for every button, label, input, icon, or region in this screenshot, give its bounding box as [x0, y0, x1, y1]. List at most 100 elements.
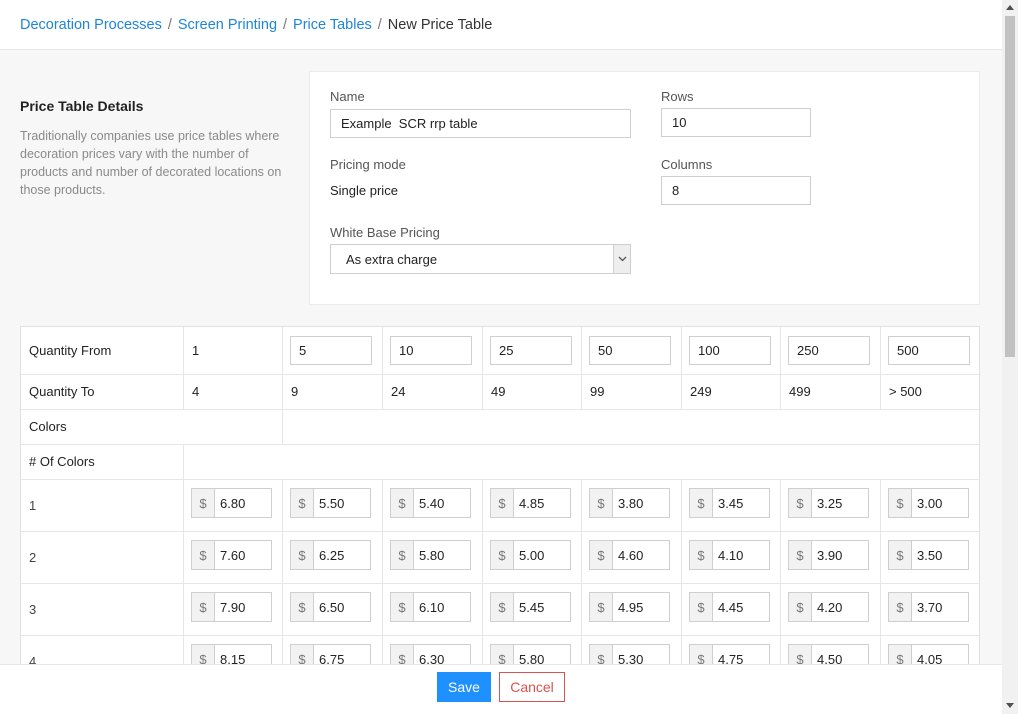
price-input[interactable] — [314, 593, 370, 621]
details-form-card: Name Rows Pricing mode Single price Colu… — [309, 71, 980, 305]
currency-addon: $ — [491, 593, 514, 621]
price-input[interactable] — [414, 593, 470, 621]
price-field: $ — [689, 592, 770, 622]
color-count-label: 1 — [29, 498, 37, 513]
quantity-to-value: 24 — [391, 384, 406, 399]
price-field: $ — [788, 592, 869, 622]
breadcrumb-price-tables[interactable]: Price Tables — [293, 17, 372, 33]
price-input[interactable] — [215, 541, 271, 569]
currency-addon: $ — [291, 541, 314, 569]
price-field: $ — [888, 540, 969, 570]
price-field: $ — [689, 540, 770, 570]
price-input[interactable] — [514, 489, 570, 517]
chevron-down-icon[interactable] — [613, 245, 630, 273]
currency-addon: $ — [690, 593, 713, 621]
quantity-from-input[interactable] — [788, 336, 870, 365]
breadcrumb-separator: / — [377, 17, 382, 33]
price-input[interactable] — [414, 489, 470, 517]
quantity-from-input[interactable] — [390, 336, 472, 365]
price-field: $ — [390, 592, 471, 622]
grid-row-divider — [21, 531, 979, 532]
white-base-pricing-select[interactable]: As extra charge — [330, 244, 631, 274]
currency-addon: $ — [491, 489, 514, 517]
price-input[interactable] — [414, 541, 470, 569]
price-input[interactable] — [314, 489, 370, 517]
price-field: $ — [689, 488, 770, 518]
grid-row-divider — [21, 444, 979, 445]
price-input[interactable] — [713, 489, 769, 517]
app-window: Decoration Processes / Screen Printing / Pri… — [0, 0, 1002, 714]
price-input[interactable] — [812, 489, 868, 517]
grid-column-divider — [183, 327, 184, 409]
white-base-pricing-value: As extra charge — [346, 252, 438, 267]
section-title: Price Table Details — [20, 98, 144, 114]
currency-addon: $ — [889, 593, 912, 621]
price-input[interactable] — [812, 593, 868, 621]
price-input[interactable] — [215, 489, 271, 517]
price-input[interactable] — [514, 593, 570, 621]
currency-addon: $ — [192, 489, 215, 517]
grid-column-divider — [581, 327, 582, 409]
price-input[interactable] — [713, 593, 769, 621]
price-input[interactable] — [514, 541, 570, 569]
scroll-down-arrow-icon[interactable] — [1006, 703, 1014, 709]
cancel-button[interactable]: Cancel — [499, 672, 565, 702]
price-table-grid: Quantity From Quantity To Colors # Of Color… — [20, 326, 980, 714]
scroll-up-arrow-icon[interactable] — [1006, 4, 1014, 10]
quantity-from-input[interactable] — [290, 336, 372, 365]
currency-addon: $ — [491, 541, 514, 569]
price-field: $ — [390, 488, 471, 518]
price-field: $ — [589, 592, 670, 622]
price-input[interactable] — [314, 541, 370, 569]
name-input[interactable] — [330, 109, 631, 138]
price-field: $ — [490, 540, 571, 570]
price-field: $ — [191, 488, 272, 518]
quantity-from-input[interactable] — [589, 336, 671, 365]
currency-addon: $ — [391, 593, 414, 621]
currency-addon: $ — [590, 489, 613, 517]
price-field: $ — [290, 540, 371, 570]
quantity-from-input[interactable] — [490, 336, 572, 365]
currency-addon: $ — [789, 541, 812, 569]
quantity-from-input[interactable] — [689, 336, 771, 365]
quantity-from-value: 1 — [192, 343, 200, 358]
columns-input[interactable] — [661, 176, 811, 205]
vertical-scrollbar[interactable] — [1002, 0, 1018, 714]
white-base-pricing-label: White Base Pricing — [330, 225, 440, 240]
breadcrumb-separator: / — [283, 17, 288, 33]
price-input[interactable] — [613, 489, 669, 517]
rows-input[interactable] — [661, 108, 811, 137]
breadcrumb-screen-printing[interactable]: Screen Printing — [178, 17, 277, 33]
price-field: $ — [290, 592, 371, 622]
price-field: $ — [191, 592, 272, 622]
price-input[interactable] — [912, 541, 968, 569]
breadcrumb-decoration-processes[interactable]: Decoration Processes — [20, 17, 162, 33]
price-input[interactable] — [912, 593, 968, 621]
price-field: $ — [788, 488, 869, 518]
breadcrumb-current: New Price Table — [387, 17, 493, 33]
price-input[interactable] — [912, 489, 968, 517]
save-button[interactable]: Save — [437, 672, 491, 702]
grid-column-divider — [880, 327, 881, 409]
price-field: $ — [589, 488, 670, 518]
price-input[interactable] — [215, 593, 271, 621]
currency-addon: $ — [789, 593, 812, 621]
price-input[interactable] — [613, 541, 669, 569]
price-field: $ — [589, 540, 670, 570]
price-input[interactable] — [613, 593, 669, 621]
quantity-from-input[interactable] — [888, 336, 970, 365]
price-field: $ — [390, 540, 471, 570]
color-count-label: 3 — [29, 602, 37, 617]
scrollbar-thumb[interactable] — [1005, 16, 1015, 357]
breadcrumb-separator: / — [167, 17, 172, 33]
price-input[interactable] — [812, 541, 868, 569]
name-label: Name — [330, 89, 365, 104]
grid-row-divider — [21, 635, 979, 636]
grid-column-divider — [681, 327, 682, 409]
price-input[interactable] — [713, 541, 769, 569]
currency-addon: $ — [192, 541, 215, 569]
quantity-to-label: Quantity To — [29, 384, 95, 399]
quantity-to-value: 249 — [690, 384, 712, 399]
price-field: $ — [888, 488, 969, 518]
currency-addon: $ — [291, 593, 314, 621]
